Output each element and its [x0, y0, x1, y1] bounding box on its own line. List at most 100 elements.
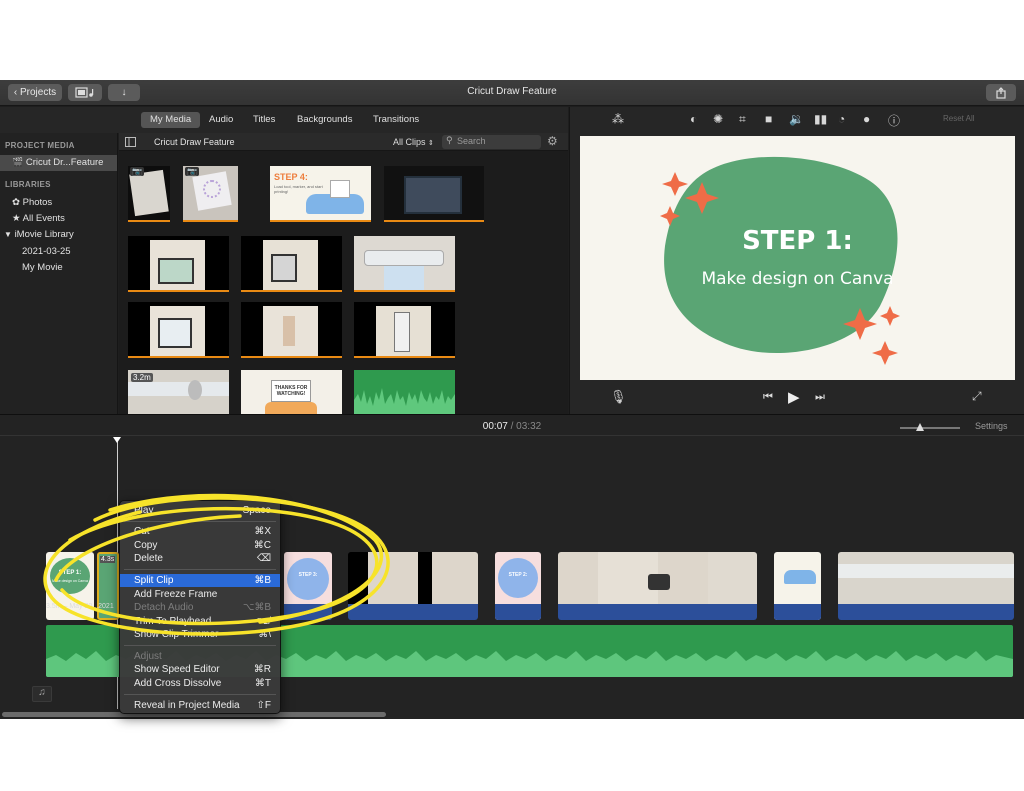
libraries-heading: LIBRARIES: [5, 180, 51, 189]
color-balance-icon[interactable]: ◐: [690, 112, 697, 126]
slide-subtitle: Make design on Canva: [701, 269, 894, 289]
menu-item-show-speed-editor[interactable]: Show Speed Editor ⌘R: [120, 663, 280, 676]
menu-label: Reveal in Project Media: [134, 700, 240, 711]
menu-label: Show Clip Trimmer: [134, 629, 219, 640]
sidebar-item-all-events[interactable]: ★ All Events: [12, 213, 65, 224]
media-thumbnail-thanks[interactable]: THANKS FOR WATCHING!: [241, 370, 342, 414]
menu-item-add-cross-dissolve[interactable]: Add Cross Dissolve ⌘T: [120, 677, 280, 690]
menu-item-split-clip[interactable]: Split Clip ⌘B: [120, 574, 280, 587]
playhead-handle[interactable]: [113, 437, 121, 443]
camera-icon: 📷: [130, 167, 144, 176]
speed-icon[interactable]: ◔: [838, 112, 845, 126]
fullscreen-icon[interactable]: ⤢: [972, 389, 982, 404]
menu-shortcut: ⌫: [256, 553, 271, 564]
play-icon[interactable]: ▶: [788, 388, 800, 406]
tab-transitions[interactable]: Transitions: [364, 112, 428, 128]
skip-back-icon[interactable]: ⏮: [763, 391, 773, 404]
clip-step3-title: STEP 3:: [298, 572, 318, 578]
menu-label: Detach Audio: [134, 602, 194, 613]
clip-duration-badge: 4.3s: [100, 556, 116, 563]
clip-context-menu: Play Space Cut ⌘X Copy ⌘C Delete ⌫ Split Cli…: [119, 500, 281, 714]
sidebar-item-photos[interactable]: ✿ Photos: [12, 197, 52, 208]
gear-icon[interactable]: ⚙: [547, 134, 558, 148]
timeline-settings-button[interactable]: Settings: [975, 421, 1008, 431]
audio-thumbnail[interactable]: [354, 370, 455, 414]
menu-shortcut: Space: [242, 505, 271, 516]
tab-audio[interactable]: Audio: [200, 112, 242, 128]
tab-backgrounds[interactable]: Backgrounds: [288, 112, 361, 128]
timeline-clip-step4[interactable]: [774, 552, 821, 620]
project-item-text: Cricut Dr...Feature: [25, 157, 104, 168]
library-sidebar: PROJECT MEDIA 🎬 Cricut Dr...Feature LIBR…: [0, 133, 118, 414]
search-field[interactable]: ⚲ Search: [442, 135, 541, 149]
palette-icon[interactable]: ✺: [713, 112, 723, 126]
menu-item-adjust: Adjust: [120, 650, 280, 663]
stabilization-icon[interactable]: ■: [765, 112, 772, 126]
menu-item-delete[interactable]: Delete ⌫: [120, 552, 280, 565]
tab-titles[interactable]: Titles: [244, 112, 284, 128]
duration-badge: 3.2m: [131, 373, 153, 382]
star-icon: ★: [12, 213, 21, 224]
tab-my-media[interactable]: My Media: [141, 112, 201, 128]
media-thumbnail[interactable]: [128, 236, 229, 292]
equalizer-icon[interactable]: ▮▮: [814, 112, 827, 126]
sidebar-item-event-date[interactable]: 2021-03-25: [22, 246, 71, 257]
menu-shortcut: ⇧F: [256, 700, 272, 711]
share-button[interactable]: [986, 84, 1016, 101]
media-thumbnail[interactable]: [241, 236, 342, 292]
timeline-clip-step2a[interactable]: STEP 3:: [284, 552, 332, 620]
media-thumbnail[interactable]: [384, 166, 484, 222]
menu-item-show-clip-trimmer[interactable]: Show Clip Trimmer ⌘\: [120, 628, 280, 641]
timeline-clip-video3[interactable]: [838, 552, 1014, 620]
sidebar-item-my-movie[interactable]: My Movie: [22, 262, 63, 273]
menu-shortcut: ⌘T: [254, 678, 271, 689]
skip-forward-icon[interactable]: ⏭: [815, 391, 825, 404]
sidebar-toggle-icon[interactable]: [125, 137, 136, 147]
timeline-clip-video2[interactable]: [558, 552, 757, 620]
thanks-text: THANKS FOR WATCHING!: [271, 380, 311, 402]
menu-label: Copy: [134, 540, 158, 551]
info-icon[interactable]: ⓘ: [888, 112, 900, 129]
media-thumbnail-step4[interactable]: STEP 4: Load tool, marker, and start pri…: [270, 166, 371, 222]
media-thumbnail[interactable]: 3.2m: [128, 370, 229, 414]
media-thumbnail[interactable]: 📷: [128, 166, 170, 222]
media-thumbnail[interactable]: [128, 302, 229, 358]
share-icon: [996, 87, 1006, 99]
media-thumbnail[interactable]: [241, 302, 342, 358]
menu-item-trim-to-playhead[interactable]: Trim To Playhead ⌥/: [120, 615, 280, 628]
time-separator: /: [510, 421, 514, 432]
menu-label: Adjust: [134, 651, 162, 662]
media-thumbnail[interactable]: [354, 302, 455, 358]
menu-item-cut[interactable]: Cut ⌘X: [120, 525, 280, 538]
volume-icon[interactable]: 🔉: [789, 112, 804, 126]
filter-icon[interactable]: ●: [863, 112, 870, 126]
clip-step2-title: STEP 2:: [508, 572, 528, 578]
menu-shortcut: ⌘X: [254, 526, 271, 537]
reset-all-button[interactable]: Reset All: [943, 114, 975, 123]
sidebar-item-imovie-library[interactable]: ▼ iMovie Library: [4, 229, 74, 240]
menu-item-add-freeze-frame[interactable]: Add Freeze Frame: [120, 588, 280, 601]
zoom-slider[interactable]: [900, 423, 960, 431]
timeline-clip-step2[interactable]: STEP 2:: [495, 552, 541, 620]
menu-item-reveal-in-project-media[interactable]: Reveal in Project Media ⇧F: [120, 699, 280, 712]
microphone-icon[interactable]: 🎙: [610, 389, 627, 405]
photos-label: Photos: [22, 197, 53, 208]
music-note-icon[interactable]: ♫: [32, 686, 52, 702]
menu-shortcut: ⌥⌘B: [242, 602, 271, 613]
step4-title: STEP 4:: [274, 172, 308, 182]
camera-icon: 📷: [185, 167, 199, 176]
magic-wand-icon[interactable]: ⁂: [612, 112, 624, 126]
menu-item-play[interactable]: Play Space: [120, 504, 280, 517]
menu-item-copy[interactable]: Copy ⌘C: [120, 539, 280, 552]
menu-label: Play: [134, 505, 154, 516]
media-thumbnail[interactable]: 📷: [183, 166, 238, 222]
timeline-clip-video1[interactable]: [348, 552, 478, 620]
menu-separator: [124, 521, 276, 522]
current-time: 00:07: [482, 421, 508, 432]
media-thumbnail[interactable]: [354, 236, 455, 292]
menu-label: Add Cross Dissolve: [134, 678, 222, 689]
zoom-slider-knob[interactable]: [916, 423, 924, 431]
crop-icon[interactable]: ⌗: [739, 112, 746, 127]
step4-subtitle: Load tool, marker, and start printing!: [274, 184, 323, 194]
clip-filter-select[interactable]: All Clips ⇕: [393, 137, 434, 147]
